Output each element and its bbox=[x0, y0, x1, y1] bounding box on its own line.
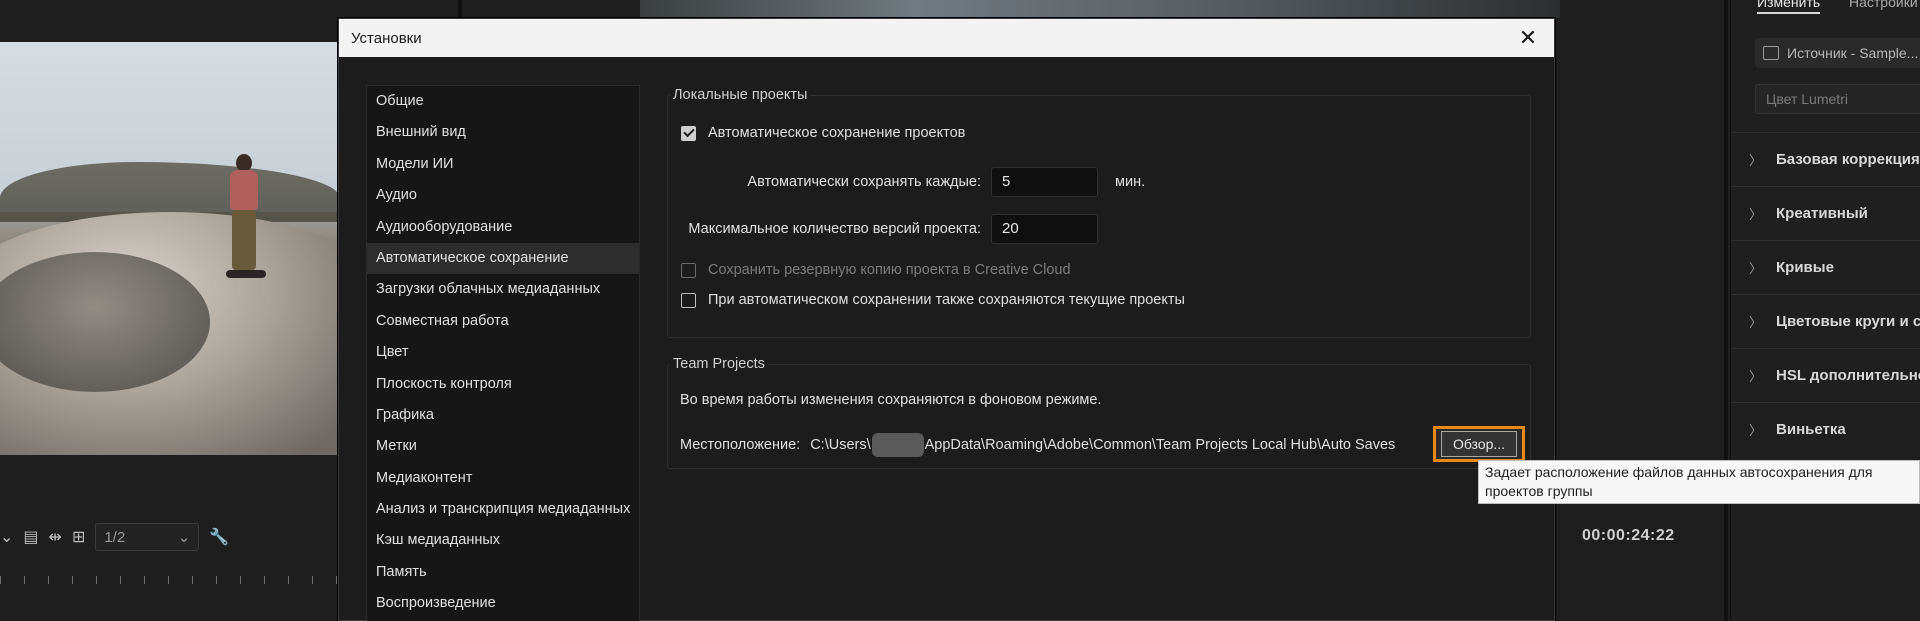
save-current-projects-row[interactable]: При автоматическом сохранении также сохр… bbox=[681, 292, 1185, 308]
dialog-title: Установки bbox=[351, 29, 422, 47]
lumetri-section-label: Цветовые круги и соп bbox=[1776, 313, 1920, 330]
lumetri-section-curves[interactable]: 〉 Кривые bbox=[1731, 240, 1920, 294]
lumetri-section-color-wheels[interactable]: 〉 Цветовые круги и соп bbox=[1731, 294, 1920, 348]
category-media-analysis[interactable]: Анализ и транскрипция медиаданных bbox=[367, 494, 639, 525]
save-current-projects-checkbox[interactable] bbox=[681, 292, 696, 308]
preferences-category-list: Общие Внешний вид Модели ИИ Аудио Аудиоо… bbox=[366, 85, 640, 621]
panel-divider[interactable] bbox=[1724, 0, 1728, 621]
audio-waveform-icon[interactable]: ⇹ bbox=[49, 527, 62, 547]
close-icon[interactable]: ✕ bbox=[1514, 19, 1542, 57]
skater-legs bbox=[232, 210, 256, 270]
cloud-backup-label: Сохранить резервную копию проекта в Crea… bbox=[708, 262, 1071, 278]
playback-resolution-select[interactable]: 1/2 ⌄ bbox=[95, 523, 200, 551]
team-projects-info-text: Во время работы изменения сохраняются в … bbox=[680, 392, 1102, 408]
category-ai-models[interactable]: Модели ИИ bbox=[367, 149, 639, 180]
max-versions-input[interactable]: 20 bbox=[991, 214, 1098, 244]
autosave-projects-row[interactable]: Автоматическое сохранение проектов bbox=[681, 125, 965, 141]
export-frame-icon[interactable]: ▤ bbox=[23, 527, 38, 547]
save-current-projects-label: При автоматическом сохранении также сохр… bbox=[708, 292, 1185, 308]
browse-button-highlight: Обзор... bbox=[1433, 426, 1525, 462]
autosave-interval-row: Автоматически сохранять каждые: 5 мин. bbox=[739, 167, 1145, 197]
location-label: Местоположение: bbox=[680, 437, 801, 453]
redacted-username bbox=[871, 433, 924, 457]
chevron-right-icon: 〉 bbox=[1749, 261, 1763, 276]
category-graphics[interactable]: Графика bbox=[367, 400, 639, 431]
playhead-timecode[interactable]: 00:00:24:22 bbox=[1582, 527, 1675, 545]
team-projects-title: Team Projects bbox=[670, 356, 768, 372]
category-labels[interactable]: Метки bbox=[367, 431, 639, 462]
chevron-right-icon: 〉 bbox=[1749, 423, 1763, 438]
autosave-interval-label: Автоматически сохранять каждые: bbox=[747, 174, 981, 190]
category-control-surface[interactable]: Плоскость контроля bbox=[367, 369, 639, 400]
video-skater bbox=[222, 154, 268, 284]
preferences-dialog: Установки ✕ Общие Внешний вид Модели ИИ … bbox=[338, 18, 1555, 621]
skateboard bbox=[226, 270, 266, 278]
lumetri-section-label: Базовая коррекция bbox=[1776, 151, 1920, 168]
lumetri-section-label: Креативный bbox=[1776, 205, 1868, 222]
chevron-down-icon: ⌄ bbox=[177, 529, 191, 546]
clip-icon bbox=[1763, 46, 1779, 60]
program-monitor-video bbox=[0, 42, 340, 455]
chevron-down-icon[interactable]: ⌄ bbox=[0, 527, 13, 547]
local-projects-title: Локальные проекты bbox=[670, 87, 811, 103]
cloud-backup-row: Сохранить резервную копию проекта в Crea… bbox=[681, 262, 1071, 278]
lumetri-sections: 〉 Базовая коррекция 〉 Креативный 〉 Кривы… bbox=[1731, 132, 1920, 456]
max-versions-row: Максимальное количество версий проекта: … bbox=[681, 214, 1098, 244]
multicam-icon[interactable]: ⊞ bbox=[72, 527, 85, 547]
dialog-titlebar[interactable]: Установки ✕ bbox=[339, 19, 1554, 57]
chevron-right-icon: 〉 bbox=[1749, 315, 1763, 330]
lumetri-section-label: HSL дополнительно bbox=[1776, 367, 1920, 384]
browse-tooltip: Задает расположение файлов данных автосо… bbox=[1478, 460, 1920, 504]
chevron-right-icon: 〉 bbox=[1749, 153, 1763, 168]
category-media-cache[interactable]: Кэш медиаданных bbox=[367, 525, 639, 556]
timeline-ruler[interactable] bbox=[0, 570, 340, 590]
location-path-prefix: C:\Users\ bbox=[810, 437, 871, 453]
skater-torso bbox=[230, 170, 258, 210]
lumetri-color-panel: Изменить Настройки Источник - Sample... … bbox=[1730, 0, 1920, 621]
category-playback[interactable]: Воспроизведение bbox=[367, 588, 639, 619]
team-projects-info: Во время работы изменения сохраняются в … bbox=[680, 392, 1102, 408]
category-media[interactable]: Медиаконтент bbox=[367, 463, 639, 494]
category-memory[interactable]: Память bbox=[367, 557, 639, 588]
autosave-projects-checkbox[interactable] bbox=[681, 125, 696, 141]
location-path-suffix: AppData\Roaming\Adobe\Common\Team Projec… bbox=[924, 437, 1396, 453]
lumetri-section-hsl[interactable]: 〉 HSL дополнительно bbox=[1731, 348, 1920, 402]
category-general[interactable]: Общие bbox=[367, 86, 639, 117]
cloud-backup-checkbox bbox=[681, 262, 696, 278]
lumetri-section-label: Кривые bbox=[1776, 259, 1834, 276]
team-projects-location-row: Местоположение: C:\Users\ AppData\Roamin… bbox=[680, 433, 1395, 457]
browse-button[interactable]: Обзор... bbox=[1441, 431, 1517, 457]
category-appearance[interactable]: Внешний вид bbox=[367, 117, 639, 148]
lumetri-preset-select[interactable]: Цвет Lumetri bbox=[1755, 84, 1920, 114]
autosave-interval-unit: мин. bbox=[1115, 174, 1146, 190]
category-collaboration[interactable]: Совместная работа bbox=[367, 306, 639, 337]
category-cloud-media-downloads[interactable]: Загрузки облачных медиаданных bbox=[367, 274, 639, 305]
lumetri-source-dropdown[interactable]: Источник - Sample... bbox=[1755, 38, 1920, 68]
category-audio-hardware[interactable]: Аудиооборудование bbox=[367, 212, 639, 243]
category-auto-save[interactable]: Автоматическое сохранение bbox=[367, 242, 639, 275]
playback-resolution-value: 1/2 bbox=[104, 528, 126, 546]
lumetri-section-vignette[interactable]: 〉 Виньетка bbox=[1731, 402, 1920, 456]
chevron-right-icon: 〉 bbox=[1749, 369, 1763, 384]
lumetri-section-label: Виньетка bbox=[1776, 421, 1846, 438]
tab-edit[interactable]: Изменить bbox=[1757, 0, 1821, 14]
wrench-icon[interactable]: 🔧 bbox=[209, 527, 229, 547]
category-color[interactable]: Цвет bbox=[367, 337, 639, 368]
program-transport-bar: ⌄ ▤ ⇹ ⊞ 1/2 ⌄ 🔧 bbox=[0, 520, 229, 554]
max-versions-label: Максимальное количество версий проекта: bbox=[688, 221, 981, 237]
autosave-projects-label: Автоматическое сохранение проектов bbox=[708, 125, 966, 141]
autosave-interval-input[interactable]: 5 bbox=[991, 167, 1098, 197]
source-monitor-video-strip bbox=[640, 0, 1560, 18]
lumetri-section-basic[interactable]: 〉 Базовая коррекция bbox=[1731, 132, 1920, 186]
category-audio[interactable]: Аудио bbox=[367, 180, 639, 211]
lumetri-source-label: Источник - Sample... bbox=[1787, 45, 1919, 61]
tab-settings[interactable]: Настройки bbox=[1849, 0, 1918, 10]
lumetri-section-creative[interactable]: 〉 Креативный bbox=[1731, 186, 1920, 240]
lumetri-tabs: Изменить Настройки bbox=[1731, 0, 1920, 16]
chevron-right-icon: 〉 bbox=[1749, 207, 1763, 222]
